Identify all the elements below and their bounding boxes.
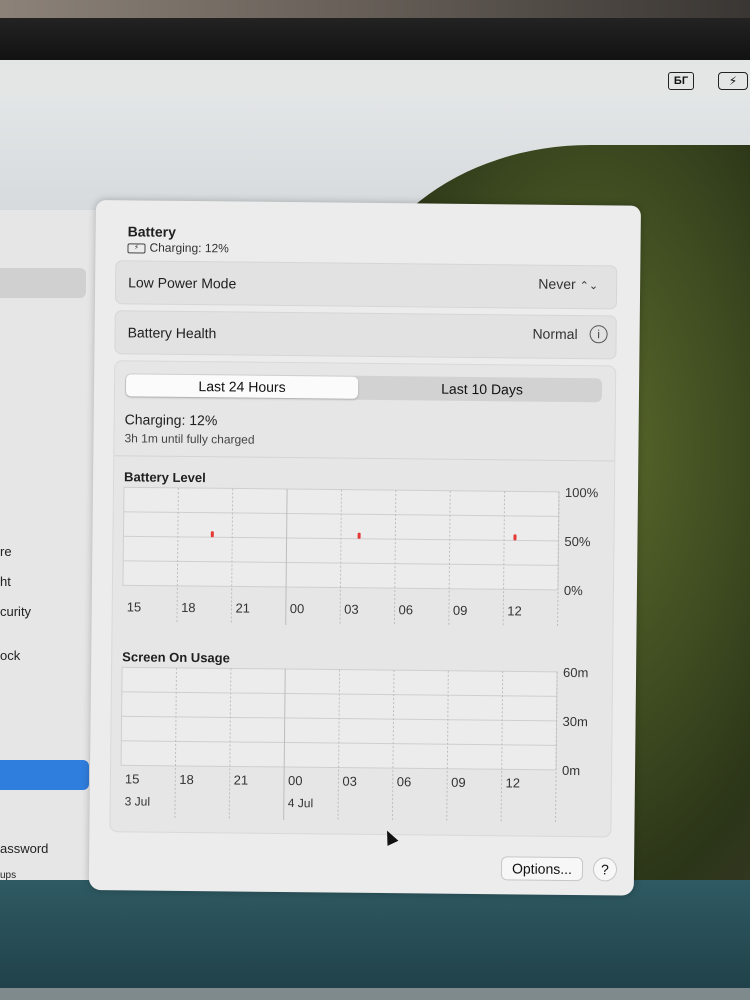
- battery-level-bar: [513, 534, 517, 541]
- x-tick-label: 12: [505, 775, 520, 790]
- x-tick-label: 15: [127, 599, 142, 614]
- battery-status-text: Charging: 12%: [149, 240, 229, 256]
- x-tick-label: 06: [397, 774, 412, 789]
- x-tick-label: 15: [125, 771, 140, 786]
- low-power-mode-row: Low Power Mode Never ⌃⌄: [114, 260, 618, 310]
- x-tick-label: 12: [507, 603, 522, 618]
- dock: [0, 988, 750, 1000]
- x-tick-label: 03: [344, 602, 359, 617]
- low-power-mode-value: Never: [538, 275, 576, 293]
- battery-status: ⚡ Charging: 12%: [127, 240, 229, 255]
- y-tick-label: 60m: [563, 665, 588, 680]
- battery-level-bar: [357, 532, 361, 539]
- divider: [114, 455, 615, 462]
- y-tick-label: 50%: [564, 534, 591, 549]
- battery-health-row: Battery Health Normal i: [114, 310, 617, 360]
- help-button[interactable]: ?: [592, 857, 618, 882]
- charging-status: Charging: 12%: [124, 411, 218, 429]
- battery-health-label: Battery Health: [127, 324, 217, 342]
- x-tick-label: 18: [181, 600, 196, 615]
- low-power-mode-label: Low Power Mode: [128, 274, 237, 292]
- battery-health-value: Normal: [532, 325, 578, 343]
- sidebar-item-partial[interactable]: re: [0, 544, 12, 559]
- menubar-battery-charging-icon[interactable]: ⚡: [718, 72, 748, 90]
- time-range-segmented-control: Last 24 Hours Last 10 Days: [124, 373, 603, 403]
- sidebar-item-partial[interactable]: assword: [0, 841, 48, 856]
- x-tick-label: 03: [342, 774, 357, 789]
- x-date-label: 3 Jul: [125, 794, 151, 808]
- sidebar-item-partial[interactable]: ock: [0, 648, 20, 663]
- x-tick-label: 18: [179, 772, 194, 787]
- x-tick-label: 09: [451, 775, 466, 790]
- usage-history-panel: Last 24 Hours Last 10 Days Charging: 12%…: [109, 360, 617, 838]
- y-tick-label: 30m: [562, 714, 587, 729]
- page-title: Battery: [127, 223, 177, 240]
- y-tick-label: 100%: [565, 485, 599, 500]
- x-tick-label: 09: [453, 603, 468, 618]
- wallpaper-sea: [0, 880, 750, 1000]
- desk-background: [0, 0, 750, 18]
- y-tick-label: 0%: [564, 583, 583, 598]
- settings-sidebar: re ht curity ock assword ups: [0, 210, 101, 881]
- menu-bar: [0, 60, 750, 94]
- input-source-menu[interactable]: БГ: [668, 72, 694, 90]
- sidebar-search-field[interactable]: [0, 268, 86, 298]
- x-tick-label: 06: [399, 602, 414, 617]
- tab-last-24-hours[interactable]: Last 24 Hours: [125, 374, 359, 399]
- sidebar-item-selected[interactable]: [0, 760, 89, 790]
- tab-last-10-days[interactable]: Last 10 Days: [363, 376, 601, 402]
- x-date-label: 4 Jul: [288, 796, 314, 810]
- x-tick-label: 21: [234, 772, 249, 787]
- options-button[interactable]: Options...: [500, 856, 584, 882]
- sidebar-item-partial[interactable]: ht: [0, 574, 11, 589]
- screen-usage-chart: 15 18 21 00 03 06 09 12 3 Jul 4 Jul 60m 30m 0m: [120, 665, 588, 823]
- battery-level-bar: [210, 531, 214, 538]
- sidebar-item-partial[interactable]: curity: [0, 604, 31, 619]
- low-power-mode-select[interactable]: Never ⌃⌄: [538, 276, 598, 293]
- chevron-up-down-icon: ⌃⌄: [579, 280, 599, 293]
- battery-level-chart: 15 18 21 00 03 06 09 12 100% 50% 0%: [122, 485, 599, 628]
- sidebar-item-partial[interactable]: ups: [0, 870, 16, 881]
- battery-charging-icon: ⚡: [127, 243, 146, 254]
- info-icon[interactable]: i: [589, 325, 608, 344]
- x-tick-label: 00: [290, 601, 305, 616]
- time-to-full: 3h 1m until fully charged: [124, 431, 255, 447]
- y-tick-label: 0m: [562, 763, 580, 778]
- battery-settings-window: Battery ⚡ Charging: 12% Low Power Mode Ne…: [88, 200, 641, 896]
- x-tick-label: 21: [235, 600, 250, 615]
- x-tick-label: 00: [288, 773, 303, 788]
